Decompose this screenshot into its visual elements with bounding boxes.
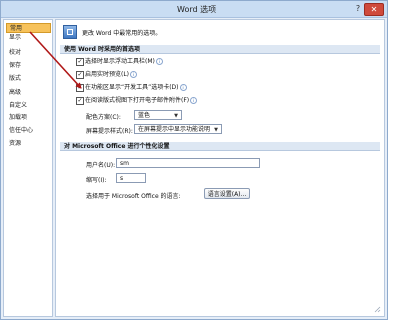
word-options-window: Word 选项 ? ✕ 常用 显示 校对 保存 版式 高级 自定义 加载项 信任…: [0, 0, 388, 320]
option-live-preview[interactable]: ✓ 启用实时预览(L) i: [76, 71, 138, 79]
chevron-down-icon: ▼: [174, 113, 178, 119]
option-label: 选择时显示浮动工具栏(M): [85, 58, 155, 65]
color-scheme-label: 配色方案(C):: [86, 114, 121, 121]
options-nav: 常用 显示 校对 保存 版式 高级 自定义 加载项 信任中心 资源: [3, 19, 53, 317]
nav-item-trust-center[interactable]: 信任中心: [6, 126, 51, 136]
color-scheme-select[interactable]: 蓝色 ▼: [134, 110, 182, 120]
info-icon: i: [155, 58, 163, 65]
window-title: Word 选项: [177, 5, 217, 14]
option-floating-toolbar[interactable]: ✓ 选择时显示浮动工具栏(M) i: [76, 58, 163, 66]
color-scheme-value: 蓝色: [138, 112, 151, 119]
nav-item-display[interactable]: 显示: [6, 33, 51, 43]
options-icon: [63, 25, 77, 39]
nav-item-layout[interactable]: 版式: [6, 74, 51, 84]
chevron-down-icon: ▼: [214, 127, 218, 133]
language-settings-button[interactable]: 语言设置(A)...: [204, 188, 250, 199]
option-label: 在阅读版式视图下打开电子邮件附件(F): [85, 97, 190, 104]
info-icon: i: [190, 97, 198, 104]
title-bar: Word 选项 ? ✕: [1, 1, 387, 18]
screentip-style-select[interactable]: 在屏幕提示中显示功能说明 ▼: [134, 124, 222, 134]
resize-grip-icon[interactable]: [373, 305, 381, 313]
screentip-style-label: 屏幕提示样式(R):: [86, 128, 133, 135]
checkbox-live-preview[interactable]: ✓: [76, 71, 84, 79]
username-input[interactable]: sm: [116, 158, 260, 168]
nav-item-resources[interactable]: 资源: [6, 139, 51, 149]
nav-item-advanced[interactable]: 高级: [6, 88, 51, 98]
nav-item-proofing[interactable]: 校对: [6, 48, 51, 58]
checkbox-email-attachments[interactable]: ✓: [76, 97, 84, 105]
screentip-style-value: 在屏幕提示中显示功能说明: [138, 126, 211, 133]
initials-input[interactable]: s: [116, 173, 146, 183]
option-developer-tab[interactable]: ✓ 在功能区显示“开发工具”选项卡(D) i: [76, 84, 187, 92]
nav-item-save[interactable]: 保存: [6, 61, 51, 71]
initials-label: 缩写(I):: [86, 177, 107, 184]
checkbox-developer-tab[interactable]: ✓: [76, 84, 84, 92]
intro-text: 更改 Word 中最常用的选项。: [82, 30, 162, 37]
nav-item-customize[interactable]: 自定义: [6, 101, 51, 111]
nav-item-common[interactable]: 常用: [6, 23, 51, 33]
option-label: 在功能区显示“开发工具”选项卡(D): [85, 84, 179, 91]
close-button[interactable]: ✕: [364, 3, 384, 16]
section-header-personalize: 对 Microsoft Office 进行个性化设置: [60, 142, 380, 151]
language-label: 选择用于 Microsoft Office 的语言:: [86, 193, 181, 200]
nav-item-addins[interactable]: 加载项: [6, 113, 51, 123]
option-label: 启用实时预览(L): [85, 71, 130, 78]
username-label: 用户名(U):: [86, 162, 116, 169]
option-email-attachments[interactable]: ✓ 在阅读版式视图下打开电子邮件附件(F) i: [76, 97, 198, 105]
info-icon: i: [130, 71, 138, 78]
options-content: 更改 Word 中最常用的选项。 使用 Word 时采用的首选项 ✓ 选择时显示…: [55, 19, 385, 317]
section-header-preferences: 使用 Word 时采用的首选项: [60, 45, 380, 54]
info-icon: i: [179, 84, 187, 91]
checkbox-floating-toolbar[interactable]: ✓: [76, 58, 84, 66]
help-icon[interactable]: ?: [353, 4, 363, 14]
